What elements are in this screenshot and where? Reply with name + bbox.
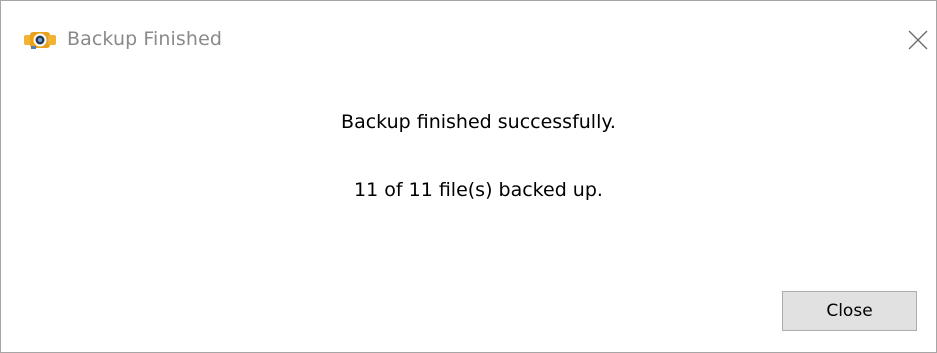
close-icon[interactable]	[899, 23, 935, 59]
close-button[interactable]: Close	[782, 291, 917, 331]
backup-finished-dialog: Backup Finished Backup finished successf…	[0, 0, 937, 353]
status-message: Backup finished successfully.	[341, 111, 616, 133]
dialog-body: Backup finished successfully. 11 of 11 f…	[1, 79, 936, 352]
file-count-message: 11 of 11 file(s) backed up.	[354, 179, 603, 201]
window-title: Backup Finished	[67, 28, 223, 50]
camera-app-icon	[23, 29, 57, 51]
title-bar[interactable]: Backup Finished	[1, 1, 936, 79]
